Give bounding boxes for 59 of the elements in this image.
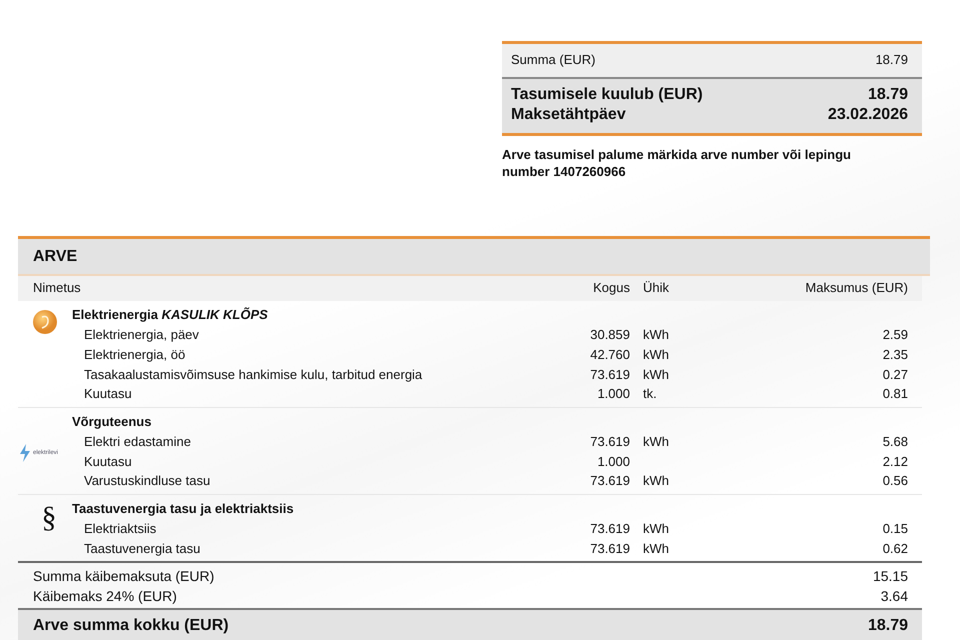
unit-cell-text: kWh <box>643 473 670 488</box>
quantity-cell-text: 73.619 <box>589 473 630 488</box>
column-header: Nimetus <box>33 280 82 295</box>
unit-cell-text: tk. <box>643 386 658 402</box>
amount-cell-text: 0.15 <box>882 521 908 536</box>
item-name: Elektri edastamine <box>83 434 192 450</box>
lightning-icon <box>18 444 32 462</box>
quantity-cell-text: 73.619 <box>589 434 630 450</box>
quantity-cell-text: 73.619 <box>589 521 630 536</box>
subtotal-label: Käibemaks 24% (EUR) <box>33 588 178 604</box>
item-name: Elektrienergia, päev <box>83 327 200 342</box>
total-value: 18.79 <box>866 617 908 636</box>
quantity-cell-text: 73.619 <box>589 366 630 382</box>
due-label: Tasumisele kuulub (EUR) <box>511 86 703 104</box>
item-name: Tasakaalustamisvõimsuse hankimise kulu, tarbitud energia <box>83 366 424 382</box>
amount-cell-text: 0.56 <box>882 473 908 488</box>
amount-cell-text: 2.59 <box>882 327 908 342</box>
amount-cell-text: 0.81 <box>882 386 908 402</box>
item-name: Taastuvenergia tasu <box>83 540 202 556</box>
due-label: Maksetähtpäev <box>511 106 626 124</box>
summary-value: 18.79 <box>875 52 908 67</box>
summary-label: Summa (EUR) <box>511 52 596 67</box>
item-name: Kuutasu <box>83 454 133 469</box>
subtotal-label: Summa käibemaksuta (EUR) <box>33 568 216 584</box>
due-value: 23.02.2026 <box>828 106 908 124</box>
group-title: Võrguteenus <box>72 412 152 431</box>
payment-note: Arve tasumisel palume märkida arve number või lepingu number 1407260966 <box>502 146 852 180</box>
unit-cell-text: kWh <box>643 521 670 536</box>
sun-logo-icon <box>32 309 58 335</box>
quantity-cell-text: 1.000 <box>596 386 630 402</box>
subtotal-value: 3.64 <box>880 588 908 604</box>
unit-cell-text: kWh <box>643 540 670 556</box>
quantity-cell-text: 42.760 <box>589 347 630 362</box>
column-header: Maksumus (EUR) <box>804 280 908 295</box>
item-name: Elektriaktsiis <box>83 521 158 536</box>
quantity-cell-text: 30.859 <box>589 327 630 342</box>
item-name: Kuutasu <box>83 386 133 402</box>
column-header: Kogus <box>592 280 630 295</box>
amount-cell-text: 0.27 <box>882 366 908 382</box>
due-value: 18.79 <box>868 86 908 104</box>
unit-cell-text: kWh <box>643 327 670 342</box>
unit-cell-text: kWh <box>643 366 670 382</box>
group-title: Elektrienergia KASULIK KLÕPS <box>72 306 269 324</box>
section-symbol: § <box>42 502 56 536</box>
quantity-cell-text: 73.619 <box>589 540 630 556</box>
amount-cell-text: 5.68 <box>882 434 908 450</box>
unit-cell-text: kWh <box>643 347 670 362</box>
unit-cell-text: kWh <box>643 434 670 450</box>
amount-cell-text: 2.35 <box>882 347 908 362</box>
column-header: Ühik <box>643 280 670 295</box>
subtotal-value: 15.15 <box>872 568 908 584</box>
group-title: Taastuvenergia tasu ja elektriaktsiis <box>72 500 295 518</box>
amount-cell-text: 0.62 <box>882 540 908 556</box>
quantity-cell-text: 1.000 <box>596 454 630 469</box>
total-label: Arve summa kokku (EUR) <box>33 617 230 636</box>
item-name: Varustuskindluse tasu <box>83 473 212 488</box>
invoice-title: ARVE <box>18 236 930 276</box>
amount-cell-text: 2.12 <box>882 454 908 469</box>
item-name: Elektrienergia, öö <box>83 347 186 362</box>
